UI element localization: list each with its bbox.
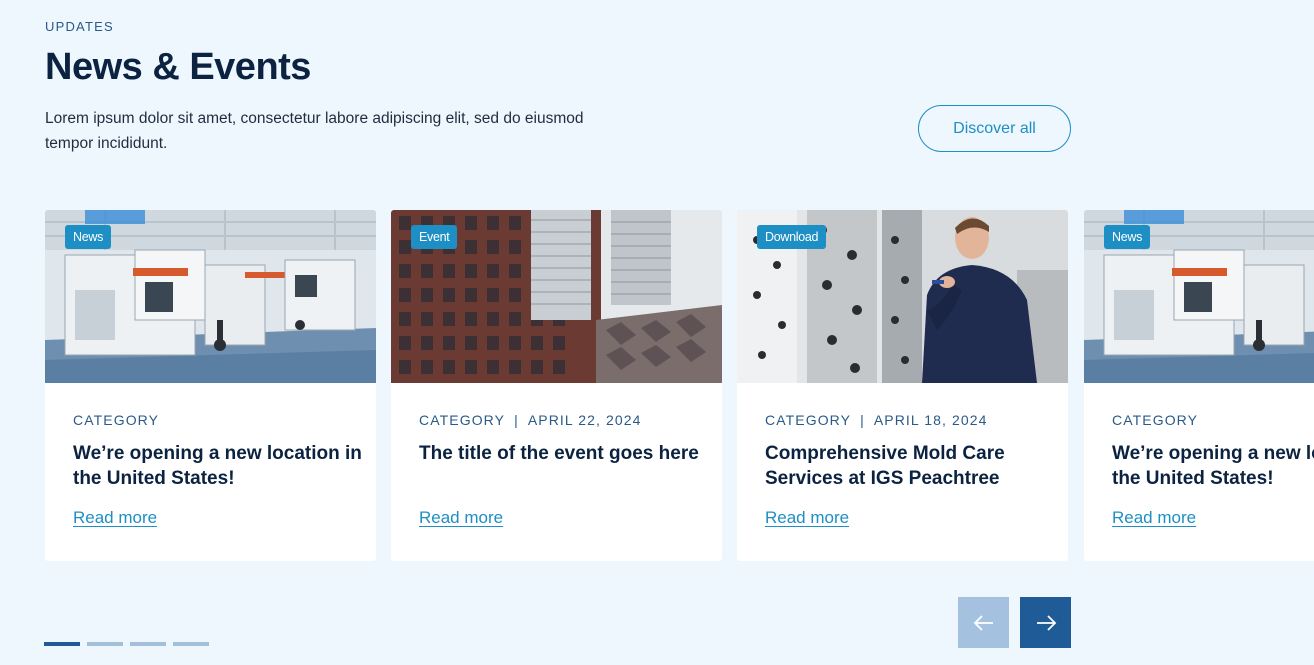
section-intro: Lorem ipsum dolor sit amet, consectetur … <box>45 110 584 152</box>
news-card[interactable]: News CATEGORY We’re opening a new locati… <box>45 210 376 561</box>
card-category: CATEGORY <box>1112 412 1199 428</box>
pagination-dot[interactable] <box>130 642 166 646</box>
card-title[interactable]: We’re opening a new location in the Unit… <box>1112 441 1314 491</box>
card-meta: CATEGORY | APRIL 18, 2024 <box>765 412 988 428</box>
section-title: News & Events <box>45 46 311 88</box>
read-more-link[interactable]: Read more <box>73 508 157 528</box>
read-more-link[interactable]: Read more <box>1112 508 1196 528</box>
arrow-right-icon <box>1036 614 1056 631</box>
card-image-technician: Download <box>737 210 1068 383</box>
carousel-prev-button[interactable] <box>958 597 1009 648</box>
carousel-next-button[interactable] <box>1020 597 1071 648</box>
card-date: APRIL 22, 2024 <box>527 412 642 428</box>
card-date: APRIL 18, 2024 <box>873 412 988 428</box>
meta-separator: | <box>514 412 519 428</box>
card-meta: CATEGORY <box>1112 412 1198 428</box>
card-badge: Download <box>757 225 827 249</box>
card-category: CATEGORY <box>419 412 506 428</box>
news-card[interactable]: News CATEGORY We’re opening a new locati… <box>1084 210 1314 561</box>
card-title[interactable]: The title of the event goes here <box>419 441 709 466</box>
card-badge: News <box>1104 225 1151 249</box>
carousel-pagination <box>44 642 209 646</box>
card-image-factory: News <box>45 210 376 383</box>
card-meta: CATEGORY | APRIL 22, 2024 <box>419 412 642 428</box>
section-eyebrow: UPDATES <box>45 19 114 34</box>
card-meta: CATEGORY <box>73 412 159 428</box>
pagination-dot[interactable] <box>87 642 123 646</box>
news-card[interactable]: Event CATEGORY | APRIL 22, 2024 The title … <box>391 210 722 561</box>
card-image-buildings: Event <box>391 210 722 383</box>
pagination-dot[interactable] <box>44 642 80 646</box>
card-title[interactable]: Comprehensive Mold Care Services at IGS … <box>765 441 1055 491</box>
arrow-left-icon <box>973 614 993 631</box>
news-card[interactable]: Download CATEGORY | APRIL 18, 2024 Compreh… <box>737 210 1068 561</box>
card-badge: Event <box>411 225 458 249</box>
read-more-link[interactable]: Read more <box>419 508 503 528</box>
meta-separator: | <box>860 412 865 428</box>
card-category: CATEGORY <box>73 412 160 428</box>
pagination-dot[interactable] <box>173 642 209 646</box>
news-carousel: News CATEGORY We’re opening a new locati… <box>45 210 1314 562</box>
card-category: CATEGORY <box>765 412 852 428</box>
card-badge: News <box>65 225 112 249</box>
card-title[interactable]: We’re opening a new location in the Unit… <box>73 441 363 491</box>
read-more-link[interactable]: Read more <box>765 508 849 528</box>
discover-all-button[interactable]: Discover all <box>918 105 1071 152</box>
card-image-factory: News <box>1084 210 1314 383</box>
